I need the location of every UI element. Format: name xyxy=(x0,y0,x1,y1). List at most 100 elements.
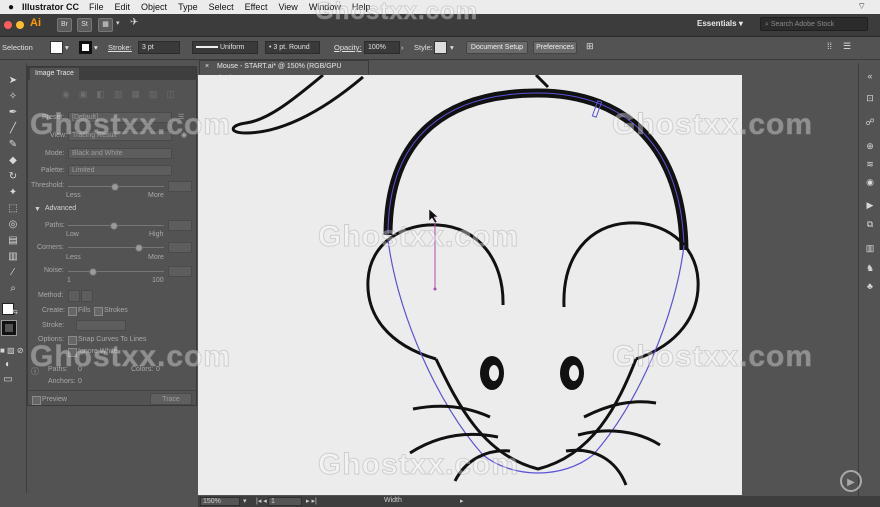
document-tab[interactable]: × Mouse - START.ai* @ 150% (RGB/GPU Prev… xyxy=(199,60,369,82)
threshold-slider[interactable] xyxy=(68,183,164,191)
paintbrush-icon[interactable]: ✎ xyxy=(6,139,20,150)
paths-slider-knob[interactable] xyxy=(110,222,118,230)
free-transform-icon[interactable]: ⬚ xyxy=(6,203,20,214)
minimize-window-icon[interactable] xyxy=(16,21,24,29)
arrange-documents-icon[interactable]: ▦ xyxy=(98,18,113,32)
variable-width-profile[interactable]: Uniform xyxy=(192,41,258,54)
status-menu-arrow-icon[interactable]: ▸ xyxy=(460,497,464,505)
collapse-chevron-icon[interactable]: « xyxy=(864,71,876,81)
width-handle-point[interactable] xyxy=(433,287,437,291)
menu-type[interactable]: Type xyxy=(178,2,198,12)
panel-menu-icon[interactable]: ☰ xyxy=(843,41,851,52)
noise-field[interactable] xyxy=(168,266,192,277)
stroke-label[interactable]: Stroke: xyxy=(108,43,132,52)
appearance-icon[interactable]: ⊕ xyxy=(864,141,876,152)
symbols-icon[interactable]: ♞ xyxy=(864,263,876,274)
method-abutting-button[interactable] xyxy=(68,290,80,302)
threshold-field[interactable] xyxy=(168,181,192,192)
menu-file[interactable]: File xyxy=(89,2,104,12)
trace-button[interactable]: Trace xyxy=(150,393,192,405)
selection-tool-icon[interactable]: ➤ xyxy=(6,75,20,86)
swatches-icon[interactable]: ◉ xyxy=(864,177,876,188)
graph-tool-icon[interactable]: ▥ xyxy=(6,251,20,262)
chevron-right-icon[interactable]: › xyxy=(401,43,404,52)
stroke-field[interactable] xyxy=(76,320,126,331)
trace-preset-icons[interactable]: ◉▣◧▥▦▧◫ xyxy=(62,89,184,100)
advanced-label[interactable]: Advanced xyxy=(45,205,76,212)
chevron-down-icon[interactable]: ▼ xyxy=(34,206,41,213)
paths-field[interactable] xyxy=(168,220,192,231)
threshold-slider-knob[interactable] xyxy=(111,183,119,191)
menu-effect[interactable]: Effect xyxy=(245,2,268,12)
stock-search-input[interactable]: ⌕ Search Adobe Stock xyxy=(760,17,868,31)
opacity-label[interactable]: Opacity: xyxy=(334,43,362,52)
chevron-down-icon[interactable]: ▾ xyxy=(243,497,247,505)
wifi-icon[interactable]: ⌔ xyxy=(858,1,866,12)
screen-mode-icon[interactable]: ▭ xyxy=(1,374,15,385)
whisker-right-1[interactable] xyxy=(583,400,657,419)
color-mode-icons[interactable]: ■ ▨ ⊘ xyxy=(0,346,24,355)
magic-wand-icon[interactable]: ✧ xyxy=(6,91,20,102)
eraser-icon[interactable]: ◆ xyxy=(6,155,20,166)
app-name[interactable]: Illustrator CC xyxy=(22,2,79,12)
next-artboard-icon[interactable]: ▸ ▸| xyxy=(306,497,317,505)
document-setup-button[interactable]: Document Setup xyxy=(466,41,528,54)
chevron-down-icon[interactable]: ▾ xyxy=(450,43,454,52)
right-ear-path[interactable] xyxy=(562,221,700,361)
zoom-tool-icon[interactable]: ⌕ xyxy=(6,283,20,294)
libraries-icon[interactable]: ▥ xyxy=(864,243,876,254)
links-icon[interactable]: ⧉ xyxy=(864,219,876,230)
style-swatch[interactable] xyxy=(434,41,447,54)
noise-slider[interactable] xyxy=(68,268,164,276)
corners-slider[interactable] xyxy=(68,244,164,252)
stroke-swatch[interactable] xyxy=(79,41,92,54)
menu-view[interactable]: View xyxy=(278,2,297,12)
artboard-number-field[interactable]: 1 xyxy=(268,497,302,506)
puppet-warp-icon[interactable]: ✦ xyxy=(6,187,20,198)
stroke-color-icon[interactable] xyxy=(1,320,17,336)
preview-checkbox[interactable] xyxy=(32,396,41,405)
opacity-field[interactable]: 100% xyxy=(364,41,400,54)
play-actions-icon[interactable]: ▶ xyxy=(864,200,876,211)
apple-icon[interactable]: ● xyxy=(0,2,22,13)
chevron-down-icon[interactable]: ▾ xyxy=(65,43,69,52)
paths-slider[interactable] xyxy=(68,222,164,230)
rotate-tool-icon[interactable]: ↻ xyxy=(6,171,20,182)
close-window-icon[interactable] xyxy=(4,21,12,29)
whisker-right-3[interactable] xyxy=(565,448,628,486)
tail-tip-path[interactable] xyxy=(534,73,550,89)
line-tool-icon[interactable]: ╱ xyxy=(6,123,20,134)
method-overlapping-button[interactable] xyxy=(81,290,93,302)
align-options-icon[interactable]: ⊞ xyxy=(586,41,594,52)
close-tab-icon[interactable]: × xyxy=(205,63,209,70)
swap-colors-icon[interactable]: ⇆ xyxy=(12,308,18,316)
shape-builder-icon[interactable]: ◎ xyxy=(6,219,20,230)
chevron-down-icon[interactable]: ▾ xyxy=(116,19,120,27)
layers-icon[interactable]: ≋ xyxy=(864,159,876,170)
isolate-icon[interactable]: ⁞⁞ xyxy=(827,41,832,51)
perspective-grid-icon[interactable]: ▤ xyxy=(6,235,20,246)
properties-icon[interactable]: ⊡ xyxy=(864,93,876,104)
palette-select[interactable]: Limited xyxy=(68,165,172,176)
drawing-mode-icon[interactable]: ◐ xyxy=(1,359,15,370)
eyedropper-icon[interactable]: ⁄ xyxy=(6,267,20,278)
stock-icon[interactable]: St xyxy=(77,18,92,32)
pen-tool-icon[interactable]: ✒ xyxy=(6,107,20,118)
bridge-icon[interactable]: Br xyxy=(57,18,72,32)
strokes-checkbox[interactable] xyxy=(94,307,103,316)
menu-edit[interactable]: Edit xyxy=(115,2,131,12)
image-trace-icon[interactable]: ☍ xyxy=(864,117,876,128)
mode-select[interactable]: Black and White xyxy=(68,148,172,159)
zoom-field[interactable]: 150% xyxy=(200,497,240,506)
menu-object[interactable]: Object xyxy=(141,2,167,12)
panel-tab-image-trace[interactable]: Image Trace xyxy=(30,68,79,80)
first-artboard-icon[interactable]: |◂ ◂ xyxy=(256,497,267,505)
workspace-switcher[interactable]: Essentials ▾ xyxy=(697,19,743,28)
preferences-button[interactable]: Preferences xyxy=(533,41,577,54)
corners-field[interactable] xyxy=(168,242,192,253)
fill-swatch[interactable] xyxy=(50,41,63,54)
brush-definition[interactable]: • 3 pt. Round xyxy=(265,41,320,54)
stroke-weight-field[interactable]: 3 pt xyxy=(138,41,180,54)
gpu-performance-icon[interactable]: ✈ xyxy=(130,17,138,28)
chevron-down-icon[interactable]: ▾ xyxy=(94,43,98,52)
